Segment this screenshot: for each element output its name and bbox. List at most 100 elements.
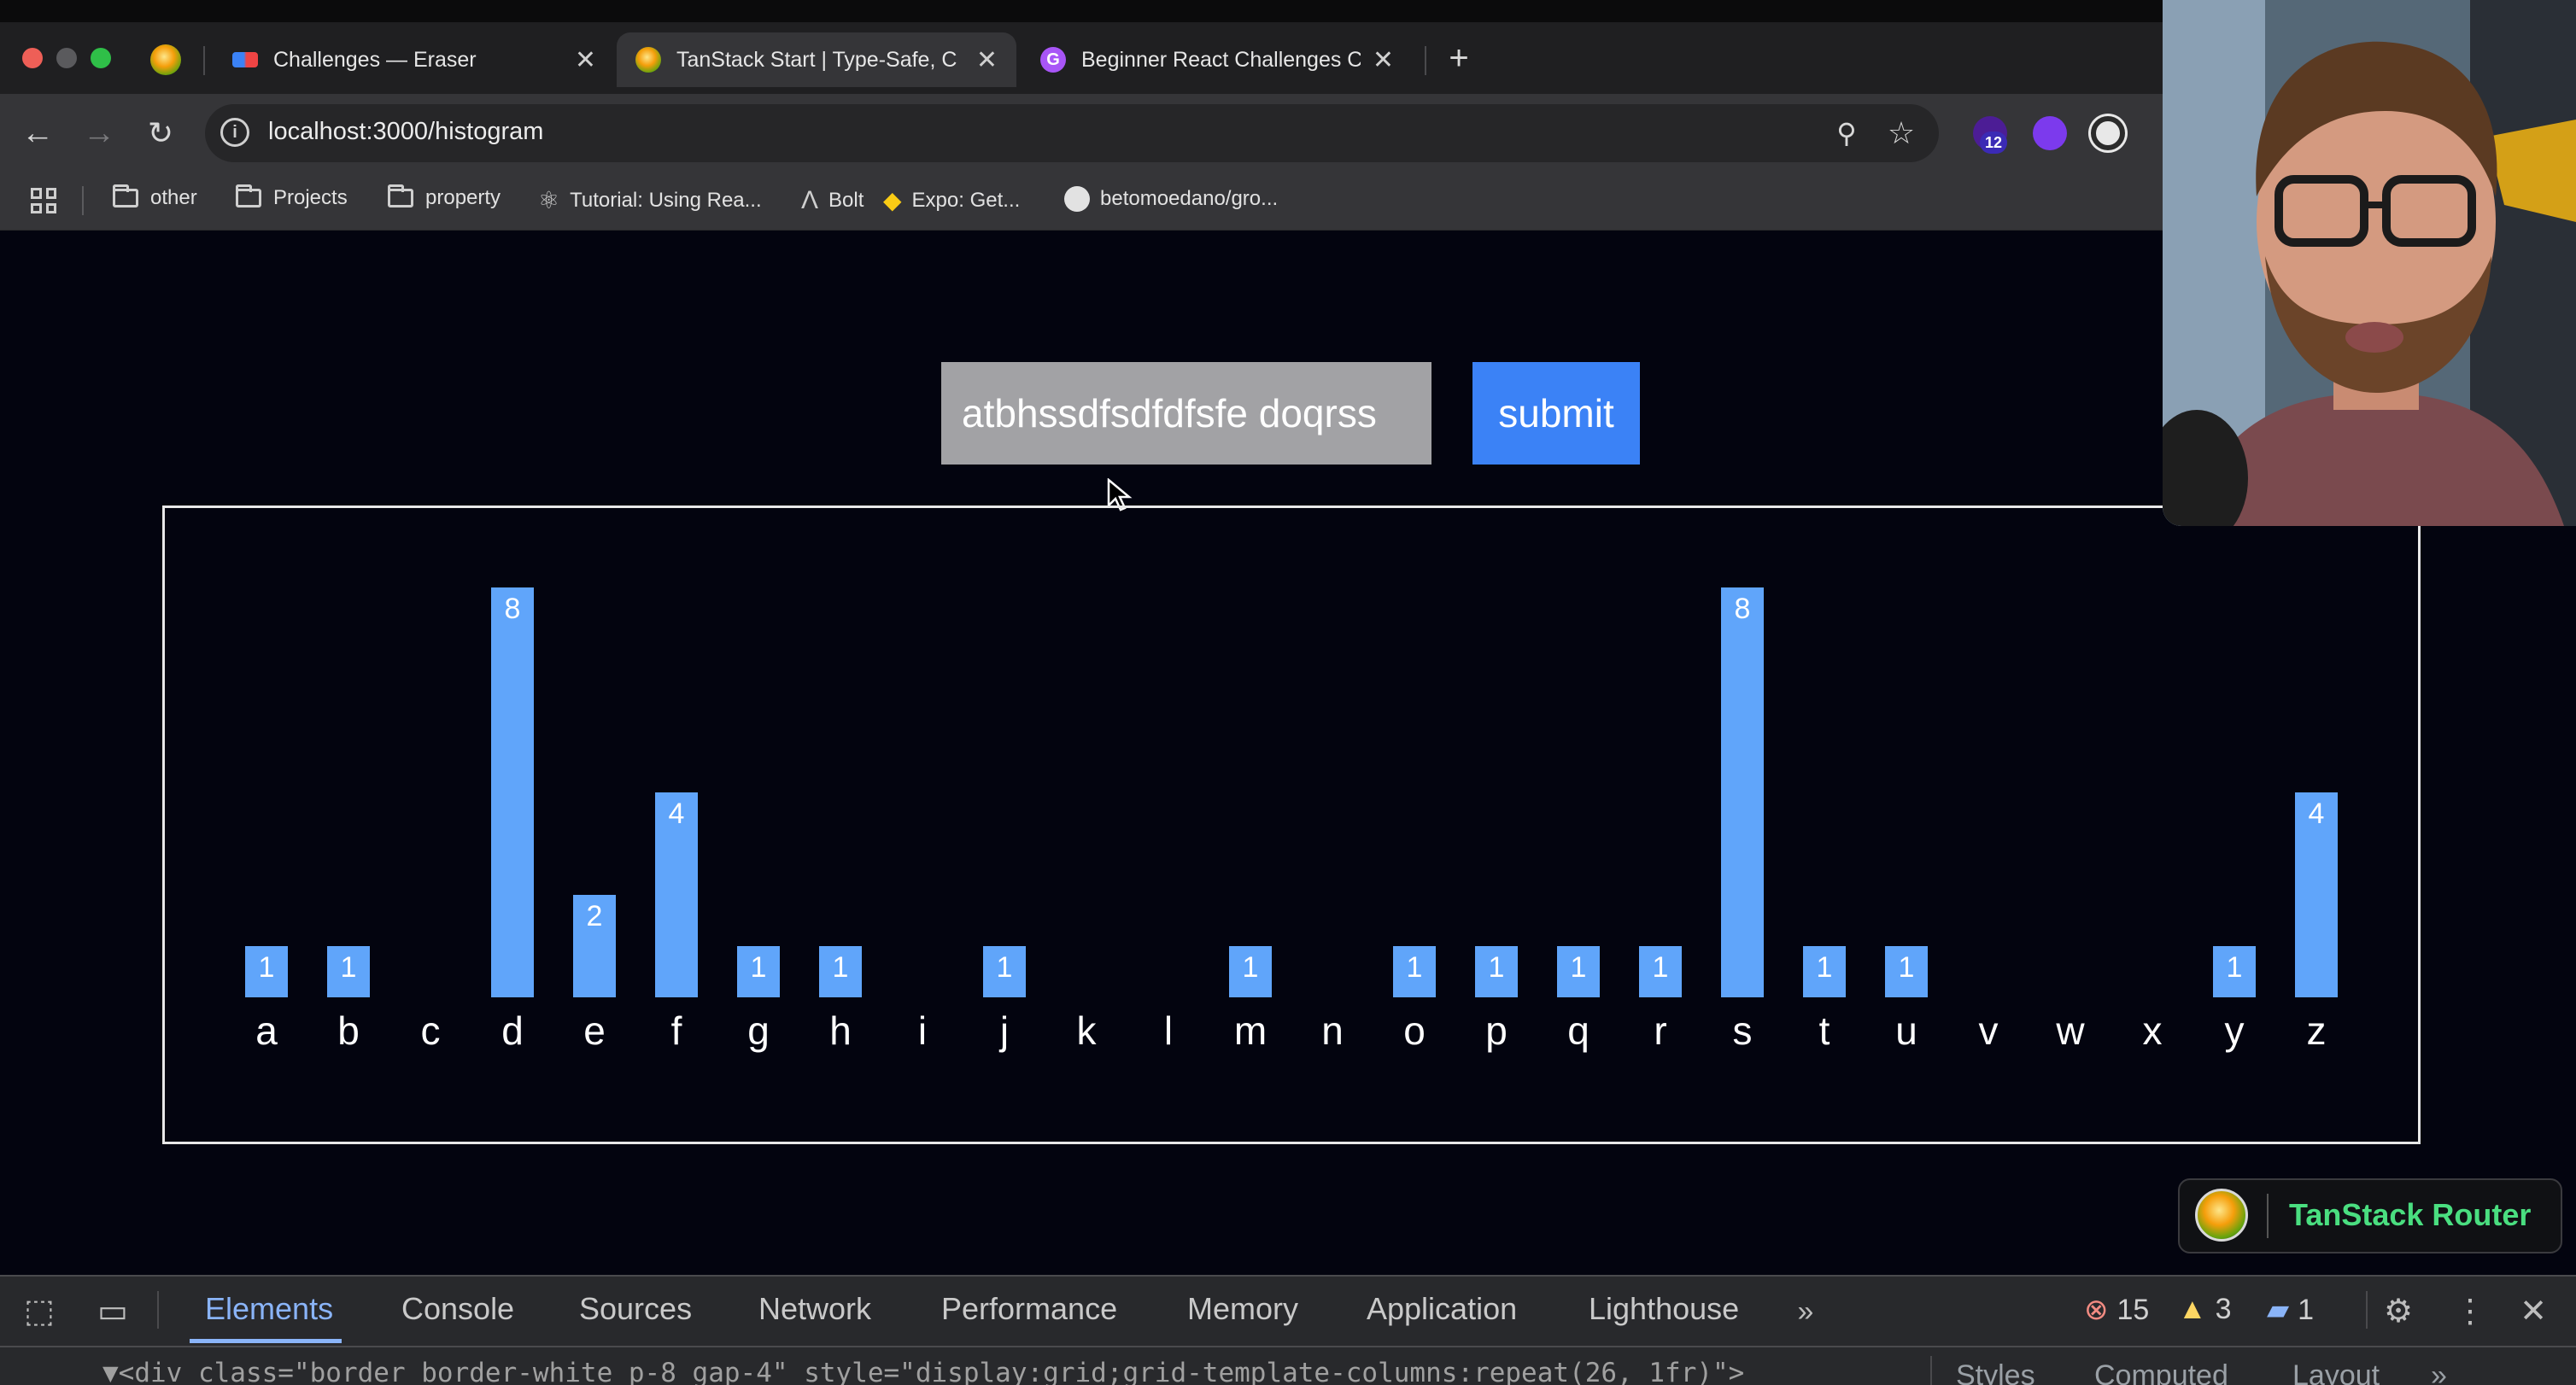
bookmark-label: Expo: Get... xyxy=(911,188,1021,212)
histogram-bar-j: 1 xyxy=(983,946,1026,997)
category-label-t: t xyxy=(1818,1008,1830,1053)
bar-value-label: 1 xyxy=(832,951,849,984)
category-label-f: f xyxy=(670,1008,682,1053)
clock-extension-icon[interactable] xyxy=(2091,116,2125,150)
badge-divider xyxy=(2267,1194,2269,1238)
warning-count[interactable]: ▲ 3 xyxy=(2178,1293,2232,1326)
devtools-tab-elements[interactable]: Elements xyxy=(205,1291,333,1327)
minimize-window-button[interactable] xyxy=(56,48,77,68)
bookmark-property[interactable]: property xyxy=(388,184,501,210)
histogram-bar-a: 1 xyxy=(245,946,288,997)
forward-arrow-icon[interactable]: → xyxy=(79,113,120,154)
devtools-tab-console[interactable]: Console xyxy=(401,1291,514,1327)
bar-value-label: 4 xyxy=(668,798,685,830)
folder-icon xyxy=(388,184,413,207)
category-label-m: m xyxy=(1233,1008,1268,1053)
inspect-element-icon[interactable]: ⬚ xyxy=(17,1289,61,1334)
webcam-overlay xyxy=(2163,0,2576,526)
bar-value-label: 1 xyxy=(1898,951,1915,984)
more-options-icon[interactable]: ⋮ xyxy=(2448,1289,2492,1334)
devtools-tab-network[interactable]: Network xyxy=(758,1291,871,1327)
zoom-magnifier-icon[interactable]: ⚲ xyxy=(1826,113,1867,154)
pinned-tab[interactable] xyxy=(149,43,183,77)
category-label-n: n xyxy=(1321,1008,1344,1053)
category-label-s: s xyxy=(1732,1008,1753,1053)
devtools-tab-performance[interactable]: Performance xyxy=(941,1291,1117,1327)
tab-react-challenges[interactable]: G Beginner React Challenges C ✕ xyxy=(1022,32,1413,87)
close-tab-icon[interactable]: ✕ xyxy=(1373,45,1394,75)
close-window-button[interactable] xyxy=(22,48,43,68)
bookmark-label: property xyxy=(425,186,501,209)
devtools-tab-memory[interactable]: Memory xyxy=(1187,1291,1298,1327)
warning-count-value: 3 xyxy=(2215,1293,2232,1325)
more-side-tabs-chevron-icon[interactable]: » xyxy=(2431,1359,2447,1385)
close-devtools-icon[interactable]: ✕ xyxy=(2511,1289,2556,1334)
bookmark-github[interactable]: betomoedano/gro... xyxy=(1064,186,1278,212)
error-count[interactable]: ⊗ 15 xyxy=(2084,1293,2149,1327)
router-devtools-label: TanStack Router xyxy=(2289,1197,2532,1232)
active-tab-indicator xyxy=(190,1339,342,1343)
bookmark-bolt[interactable]: Λ Bolt xyxy=(801,186,864,215)
expo-icon: ◆ xyxy=(883,187,902,213)
text-input[interactable]: atbhssdfsdfdfsfe doqrss xyxy=(941,362,1431,465)
histogram-bar-s: 8 xyxy=(1721,587,1764,997)
bar-value-label: 1 xyxy=(750,951,767,984)
bookmark-projects[interactable]: Projects xyxy=(236,184,348,210)
dom-tree-line[interactable]: ▼<div class="border border-white p-8 gap… xyxy=(102,1358,1744,1385)
error-icon: ⊗ xyxy=(2084,1294,2109,1326)
zoom-window-button[interactable] xyxy=(91,48,111,68)
bar-value-label: 1 xyxy=(1570,951,1587,984)
device-toolbar-icon[interactable]: ▭ xyxy=(91,1289,135,1334)
devtools-tab-sources[interactable]: Sources xyxy=(579,1291,692,1327)
settings-gear-icon[interactable]: ⚙ xyxy=(2376,1289,2421,1334)
category-label-x: x xyxy=(2142,1008,2163,1053)
tanstack-logo-icon xyxy=(2195,1189,2248,1242)
category-label-o: o xyxy=(1403,1008,1426,1053)
bookmark-label: Bolt xyxy=(828,189,864,212)
category-label-y: y xyxy=(2224,1008,2245,1053)
histogram-bar-f: 4 xyxy=(655,792,698,997)
message-count[interactable]: ▰ 1 xyxy=(2267,1293,2314,1327)
bar-value-label: 8 xyxy=(1734,593,1751,625)
bookmark-tutorial[interactable]: ⚛ Tutorial: Using Rea... xyxy=(538,186,762,214)
devtools-separator xyxy=(157,1291,159,1329)
message-icon: ▰ xyxy=(2267,1294,2290,1326)
category-label-v: v xyxy=(1978,1008,1999,1053)
tab-eraser[interactable]: Challenges — Eraser ✕ xyxy=(214,32,615,87)
submit-button[interactable]: submit xyxy=(1472,362,1640,465)
bookmark-star-icon[interactable]: ☆ xyxy=(1881,113,1922,154)
tab-title: Beginner React Challenges C xyxy=(1081,47,1361,72)
bookmark-other[interactable]: other xyxy=(113,184,197,210)
bar-value-label: 1 xyxy=(258,951,275,984)
reload-icon[interactable]: ↻ xyxy=(140,113,181,154)
more-tabs-chevron-icon[interactable]: » xyxy=(1783,1289,1828,1334)
site-info-icon[interactable]: i xyxy=(220,118,249,147)
bar-value-label: 1 xyxy=(1488,951,1505,984)
histogram-bar-p: 1 xyxy=(1475,946,1518,997)
github-icon xyxy=(1064,186,1090,212)
devtools-tab-lighthouse[interactable]: Lighthouse xyxy=(1589,1291,1739,1327)
extension-icon[interactable] xyxy=(2033,116,2067,150)
close-tab-icon[interactable]: ✕ xyxy=(976,45,998,75)
new-tab-button[interactable]: + xyxy=(1440,39,1478,77)
histogram-bar-h: 1 xyxy=(819,946,862,997)
warning-icon: ▲ xyxy=(2178,1293,2207,1325)
category-label-e: e xyxy=(583,1008,606,1053)
close-tab-icon[interactable]: ✕ xyxy=(575,45,596,75)
apps-grid-icon[interactable] xyxy=(31,188,56,213)
histogram-bar-m: 1 xyxy=(1229,946,1272,997)
address-bar-url[interactable]: localhost:3000/histogram xyxy=(268,118,543,146)
tab-tanstack-start[interactable]: TanStack Start | Type-Safe, C ✕ xyxy=(617,32,1016,87)
side-tab-styles[interactable]: Styles xyxy=(1956,1359,2035,1385)
bookmark-label: Projects xyxy=(273,186,348,209)
bookmark-expo[interactable]: ◆ Expo: Get... xyxy=(883,186,1020,214)
back-arrow-icon[interactable]: ← xyxy=(17,113,58,154)
bar-value-label: 1 xyxy=(340,951,357,984)
side-tab-computed[interactable]: Computed xyxy=(2094,1359,2228,1385)
devtools-tab-application[interactable]: Application xyxy=(1367,1291,1517,1327)
histogram-bar-t: 1 xyxy=(1803,946,1846,997)
side-tab-layout[interactable]: Layout xyxy=(2292,1359,2380,1385)
devtools-separator xyxy=(2366,1291,2368,1329)
bar-value-label: 1 xyxy=(996,951,1013,984)
category-label-d: d xyxy=(501,1008,524,1053)
